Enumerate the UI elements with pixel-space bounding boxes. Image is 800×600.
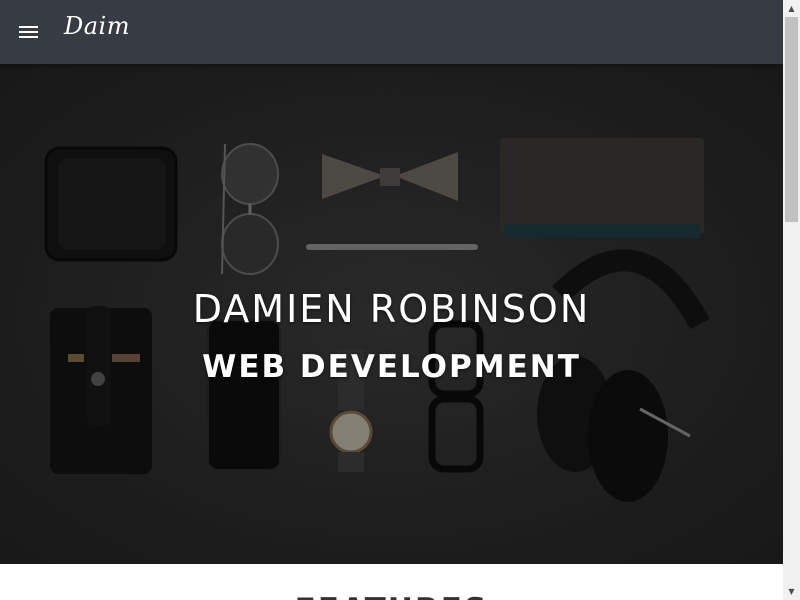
hero-section: DAMIEN ROBINSON WEB DEVELOPMENT bbox=[0, 64, 783, 564]
brand-logo[interactable]: Daim bbox=[64, 12, 130, 40]
page: Daim DAMIEN ROBINSON WEB DEVELOPMENT bbox=[0, 0, 783, 600]
navbar: Daim bbox=[0, 0, 783, 64]
hamburger-menu-icon[interactable] bbox=[10, 14, 46, 50]
hero-subtitle: WEB DEVELOPMENT bbox=[202, 348, 581, 385]
scrollbar-thumb[interactable] bbox=[785, 17, 798, 222]
features-heading: FEATURES bbox=[0, 592, 783, 600]
scroll-up-arrow-icon[interactable]: ▲ bbox=[783, 0, 800, 17]
scroll-down-arrow-icon[interactable]: ▼ bbox=[783, 583, 800, 600]
hero-title: DAMIEN ROBINSON bbox=[192, 287, 591, 332]
vertical-scrollbar[interactable]: ▲ ▼ bbox=[783, 0, 800, 600]
